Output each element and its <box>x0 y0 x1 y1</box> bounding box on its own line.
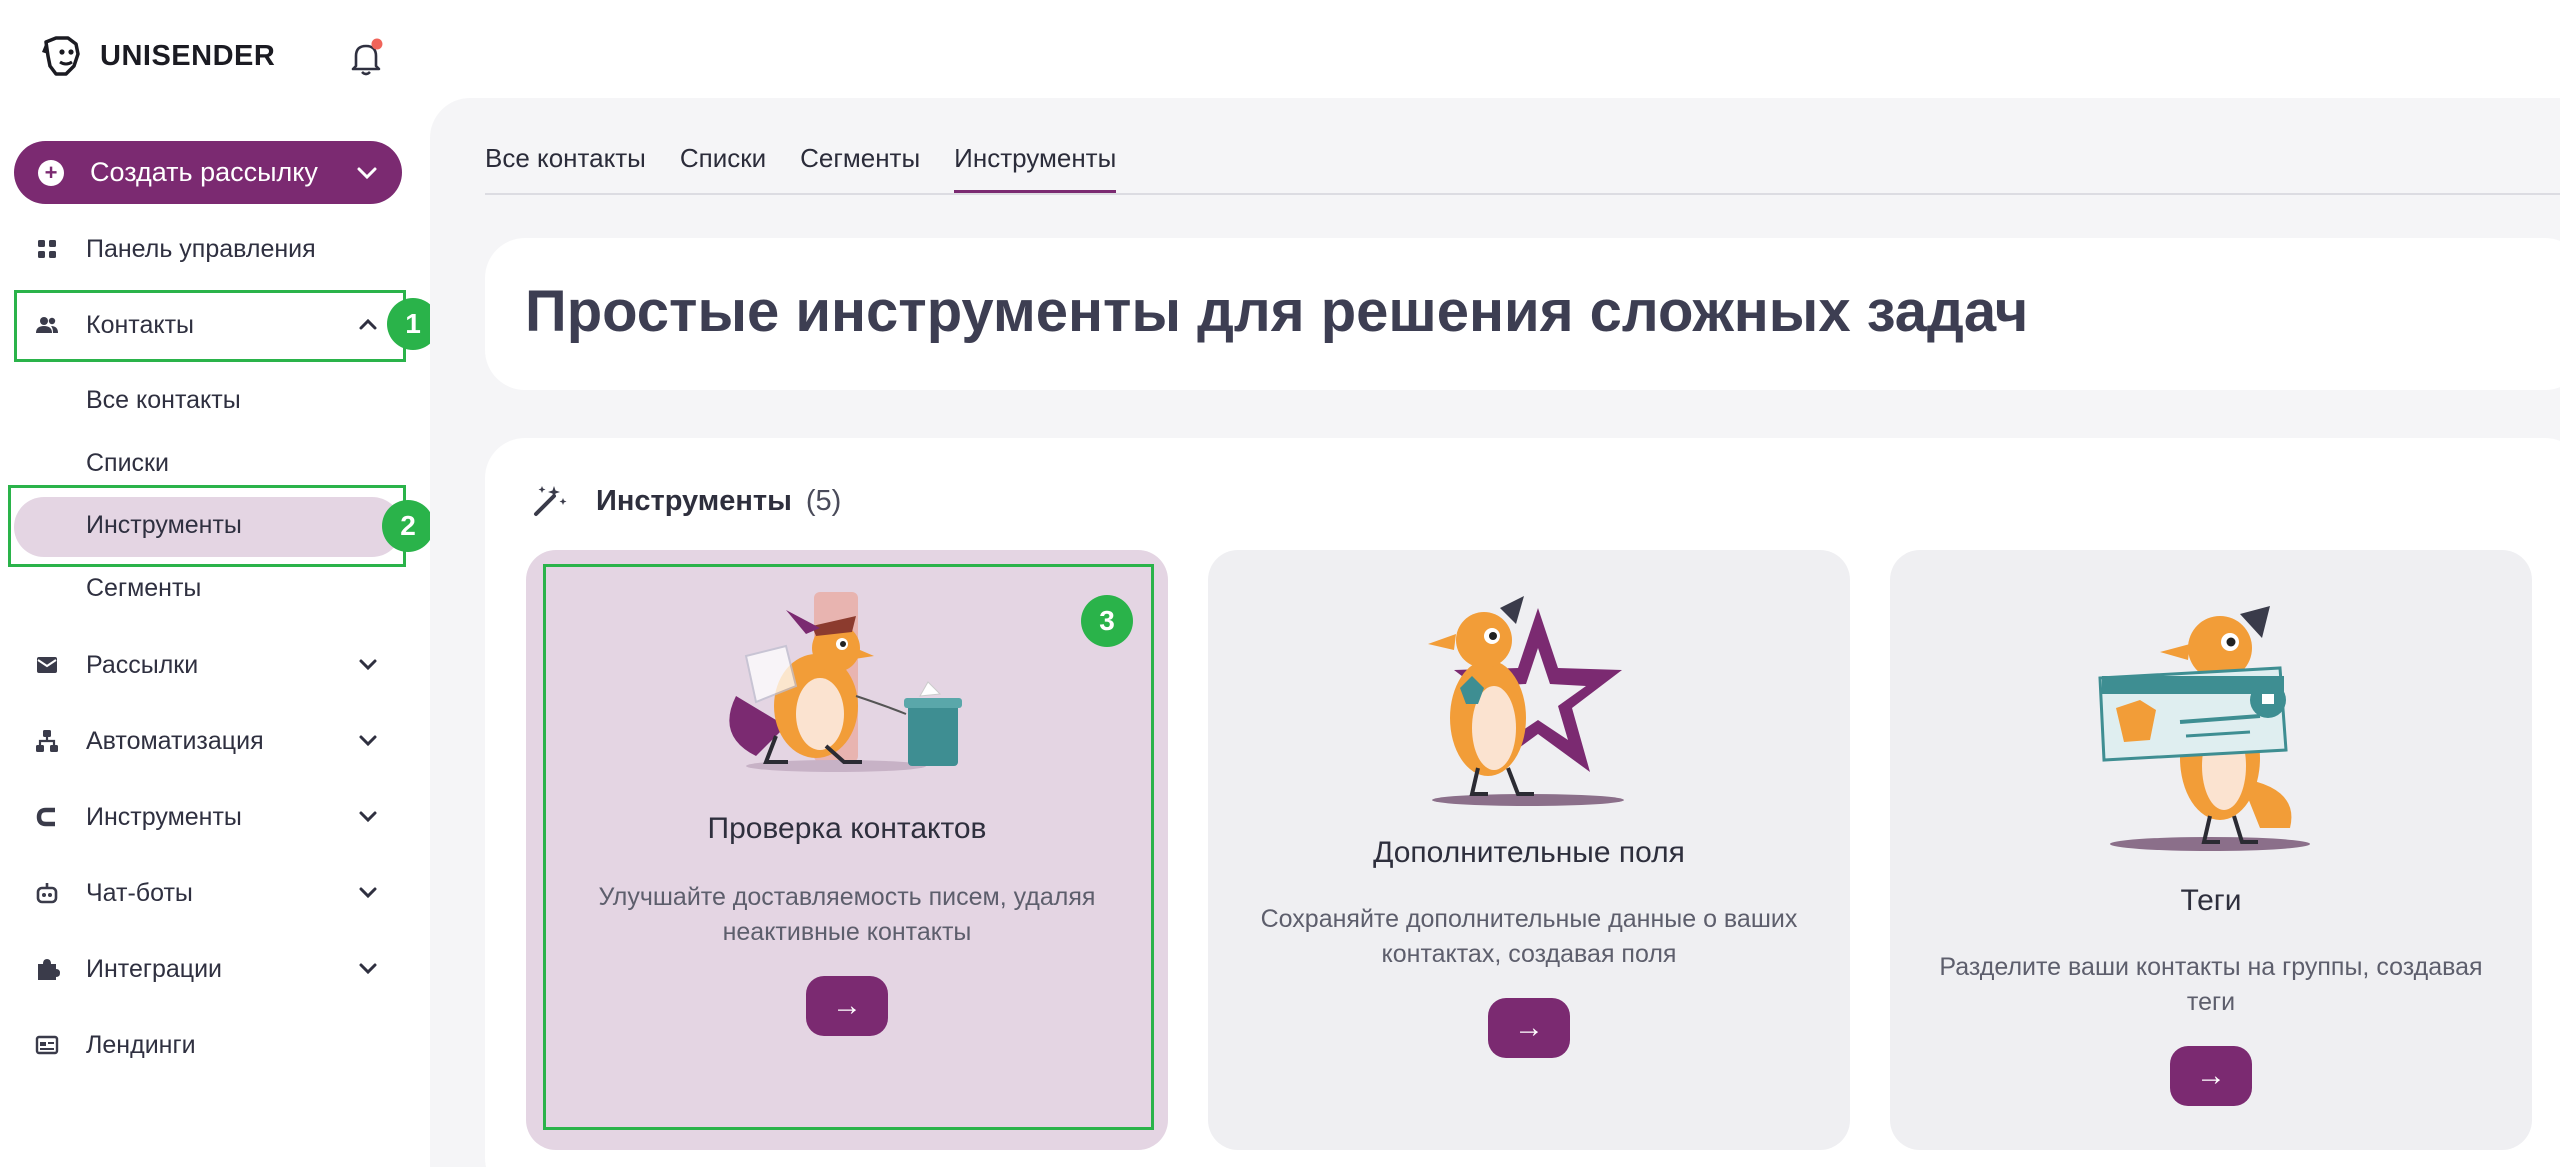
custom-fields-illustration <box>1428 596 1624 806</box>
card-title: Дополнительные поля <box>1373 836 1685 869</box>
sidebar-item-integrations[interactable]: Интеграции <box>0 944 430 994</box>
chevron-down-icon <box>359 811 377 823</box>
sidebar-item-label: Интеграции <box>86 954 223 983</box>
robot-icon <box>36 883 58 904</box>
tools-section-header: Инструменты (5) <box>530 482 841 520</box>
sidebar: UNISENDER + Создать рассылку Панель упра… <box>0 0 439 1167</box>
card-description: Сохраняйте дополнительные данные о ваших… <box>1260 905 1798 968</box>
chevron-down-icon <box>359 963 377 975</box>
chevron-down-icon <box>359 887 377 899</box>
sidebar-item-campaigns[interactable]: Рассылки <box>0 640 430 690</box>
tab-lists[interactable]: Списки <box>680 143 766 194</box>
sidebar-sub-lists[interactable]: Списки <box>86 449 169 478</box>
card-title: Теги <box>2180 884 2242 917</box>
brand-name: UNISENDER <box>100 39 276 72</box>
open-tool-button[interactable]: → <box>1488 998 1570 1058</box>
create-campaign-label: Создать рассылку <box>90 157 318 187</box>
page-title: Простые инструменты для решения сложных … <box>525 279 2029 344</box>
sidebar-item-label: Лендинги <box>86 1030 196 1059</box>
hero-banner: Простые инструменты для решения сложных … <box>485 238 2560 390</box>
card-description: Разделите ваши контакты на группы, созда… <box>1939 953 2483 1016</box>
annotation-badge-2: 2 <box>382 500 434 552</box>
chevron-down-icon <box>359 735 377 747</box>
dashboard-grid-icon <box>38 240 56 258</box>
automation-hierarchy-icon <box>36 730 58 752</box>
tools-section-title: Инструменты <box>596 484 792 517</box>
sidebar-sub-all-contacts[interactable]: Все контакты <box>86 386 241 415</box>
tags-illustration <box>2098 606 2310 851</box>
magic-wand-icon <box>534 486 567 516</box>
tab-all-contacts[interactable]: Все контакты <box>485 143 646 194</box>
sidebar-sub-segments[interactable]: Сегменты <box>86 574 201 603</box>
sidebar-item-label: Автоматизация <box>86 726 264 755</box>
sidebar-item-automation[interactable]: Автоматизация <box>0 716 430 766</box>
open-tool-button[interactable]: → <box>2170 1046 2252 1106</box>
sidebar-item-tools[interactable]: Инструменты <box>0 792 430 842</box>
annotation-box-contacts <box>14 290 406 362</box>
dog-logo-icon <box>42 36 80 76</box>
mail-icon <box>37 657 57 673</box>
sidebar-item-label: Инструменты <box>86 802 242 831</box>
tool-card-tags[interactable]: Теги Разделите ваши контакты на группы, … <box>1890 550 2532 1150</box>
annotation-badge-3: 3 <box>1081 595 1133 647</box>
annotation-box-tools <box>8 485 406 567</box>
sidebar-item-label: Чат-боты <box>86 878 193 907</box>
tools-count: (5) <box>805 484 842 517</box>
sidebar-item-chatbots[interactable]: Чат-боты <box>0 868 430 918</box>
landing-page-icon <box>35 1035 59 1055</box>
logo[interactable]: UNISENDER <box>38 32 275 80</box>
sidebar-item-label: Рассылки <box>86 650 199 679</box>
tabs-divider <box>485 193 2560 195</box>
chevron-down-icon <box>359 659 377 671</box>
plus-icon: + <box>38 159 64 186</box>
sidebar-item-label: Панель управления <box>86 234 316 263</box>
sidebar-item-landings[interactable]: Лендинги <box>0 1020 430 1070</box>
sidebar-item-dashboard[interactable]: Панель управления <box>0 224 430 274</box>
annotation-box-card <box>543 564 1154 1130</box>
tab-segments[interactable]: Сегменты <box>800 143 920 194</box>
notification-bell-icon[interactable] <box>348 38 384 78</box>
contacts-tabs: Все контакты Списки Сегменты Инструменты <box>485 143 1117 194</box>
create-campaign-button[interactable]: + Создать рассылку <box>14 141 402 204</box>
tool-card-custom-fields[interactable]: Дополнительные поля Сохраняйте дополните… <box>1208 550 1850 1150</box>
tab-tools[interactable]: Инструменты <box>954 143 1117 194</box>
chevron-down-icon <box>357 167 377 179</box>
magnet-icon <box>36 807 55 827</box>
puzzle-icon <box>38 959 60 980</box>
